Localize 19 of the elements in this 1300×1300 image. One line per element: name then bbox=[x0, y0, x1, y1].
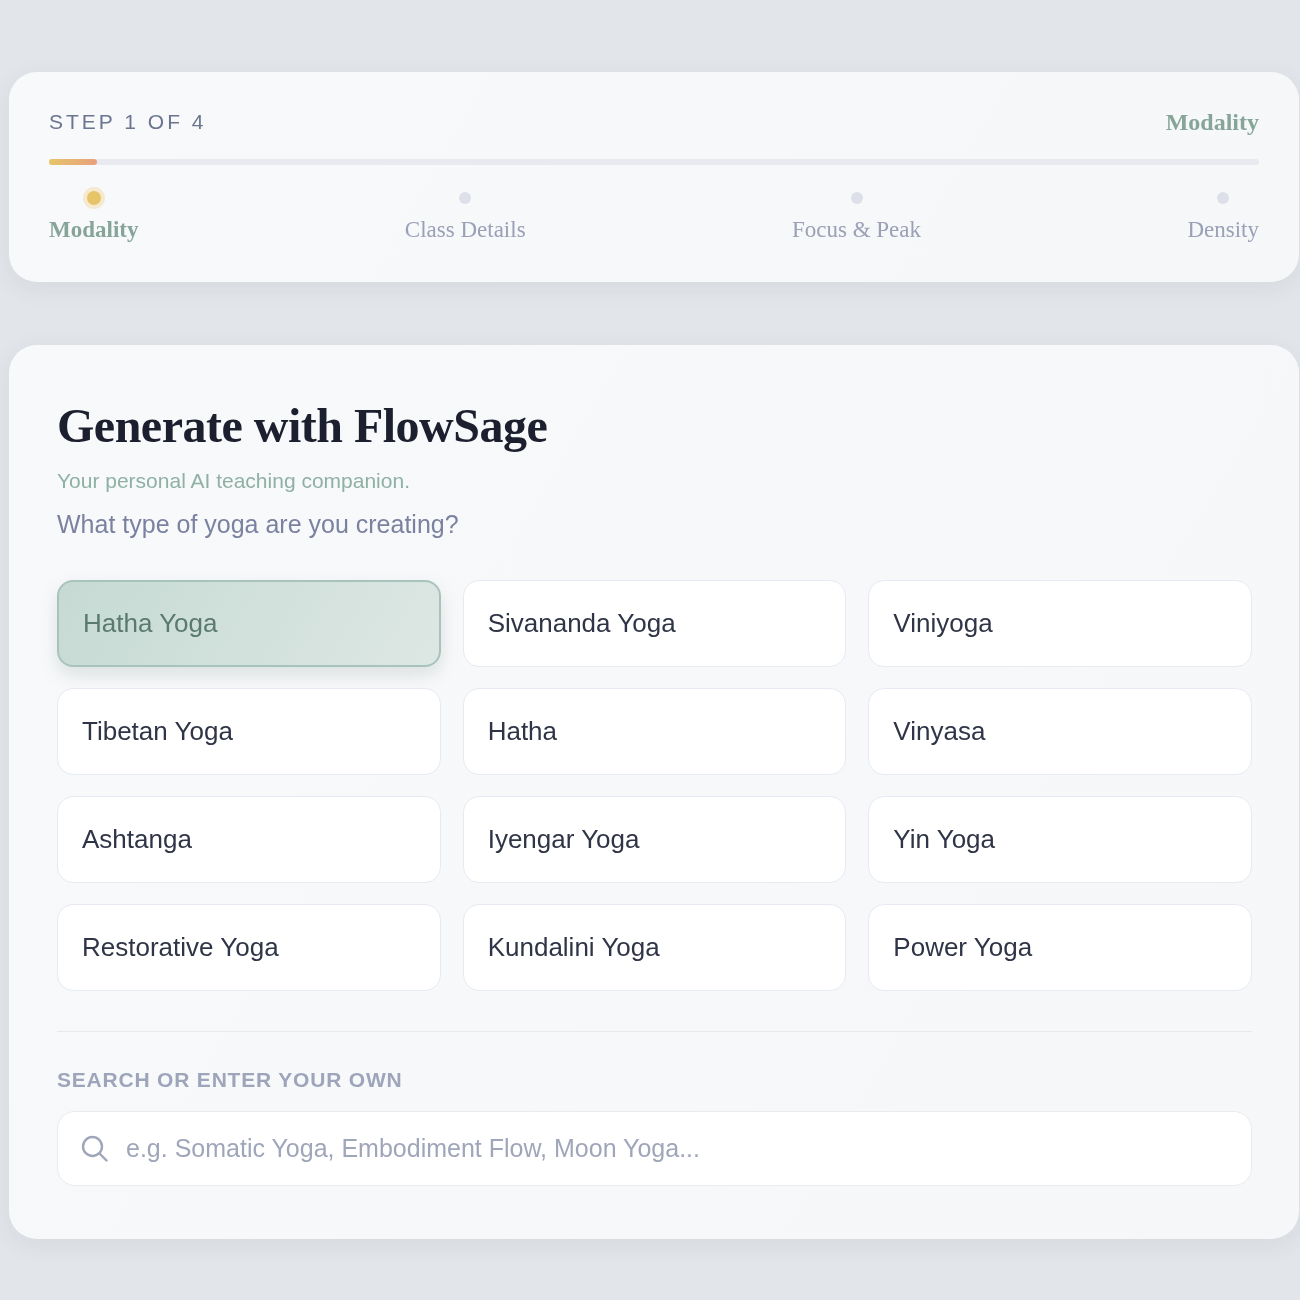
yoga-option[interactable]: Iyengar Yoga bbox=[462, 796, 847, 883]
search-field[interactable]: e.g. Somatic Yoga, Embodiment Flow, Moon Yoga... bbox=[57, 1111, 1252, 1186]
yoga-option[interactable]: Kundalini Yoga bbox=[462, 904, 847, 991]
search-icon bbox=[81, 1135, 108, 1162]
question-text: What type of yoga are you creating? bbox=[57, 509, 460, 539]
yoga-option[interactable]: Hatha bbox=[462, 688, 847, 775]
current-step-name: Modality bbox=[1165, 108, 1259, 136]
search-label: SEARCH OR ENTER YOUR OWN bbox=[57, 1067, 404, 1093]
yoga-option[interactable]: Power Yoga bbox=[868, 904, 1252, 991]
yoga-option[interactable]: Ashtanga bbox=[57, 796, 441, 883]
page-title: Generate with FlowSage bbox=[57, 399, 549, 452]
yoga-option[interactable]: Vinyasa bbox=[868, 688, 1252, 775]
yoga-option[interactable]: Yin Yoga bbox=[868, 796, 1252, 883]
yoga-option[interactable]: Viniyoga bbox=[868, 580, 1252, 667]
subtitle: Your personal AI teaching companion. bbox=[57, 468, 411, 494]
yoga-option[interactable]: Tibetan Yoga bbox=[57, 688, 441, 775]
step-counter: STEP 1 OF 4 bbox=[49, 110, 207, 134]
yoga-option[interactable]: Sivananda Yoga bbox=[462, 580, 847, 667]
yoga-option[interactable]: Restorative Yoga bbox=[57, 904, 441, 991]
